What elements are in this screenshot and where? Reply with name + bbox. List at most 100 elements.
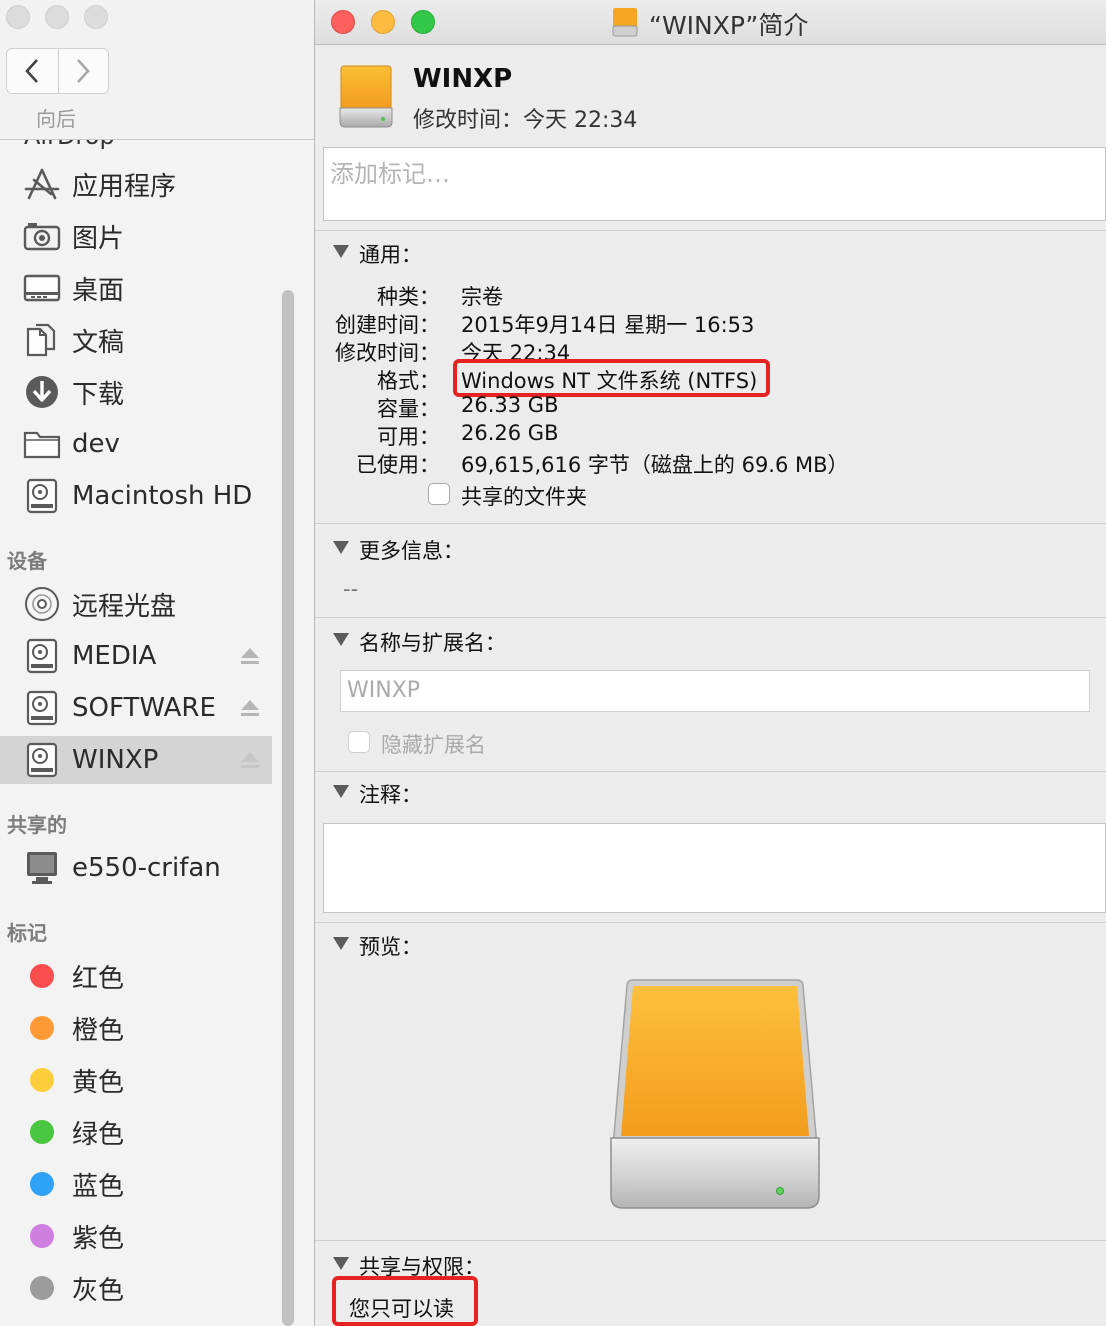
drive-preview-icon xyxy=(610,979,820,1209)
drive-icon xyxy=(339,65,393,128)
disclosure-triangle-icon[interactable] xyxy=(333,245,349,258)
sidebar-item-label: 红色 xyxy=(72,963,125,994)
sidebar-item-label: e550-crifan xyxy=(72,853,221,883)
green-tag-dot-icon xyxy=(30,1120,54,1144)
hard-drive-icon xyxy=(22,478,62,514)
name-field-value: WINXP xyxy=(347,678,421,703)
sidebar-section-tags: 标记 xyxy=(7,921,47,945)
orange-tag-dot-icon xyxy=(30,1016,54,1040)
created-value: 2015年9月14日 星期一 16:53 xyxy=(461,313,755,337)
red-tag-dot-icon xyxy=(30,964,54,988)
tags-placeholder: 添加标记… xyxy=(330,160,450,188)
used-value: 69,615,616 字节（磁盘上的 69.6 MB） xyxy=(461,453,849,477)
sidebar-item-label: 蓝色 xyxy=(72,1171,125,1202)
sidebar-tag-purple[interactable]: 紫色 xyxy=(0,1212,272,1260)
sidebar-item-label: 下载 xyxy=(72,379,125,410)
created-label: 创建时间： xyxy=(335,313,440,337)
download-icon xyxy=(22,375,62,409)
eject-icon[interactable] xyxy=(240,647,260,665)
back-button[interactable] xyxy=(7,49,58,93)
section-title-more-info[interactable]: 更多信息： xyxy=(359,535,464,565)
sidebar-item-documents[interactable]: 文稿 xyxy=(0,316,272,364)
tags-input[interactable]: 添加标记… xyxy=(323,147,1106,221)
divider xyxy=(315,771,1106,772)
comments-textarea[interactable] xyxy=(323,823,1106,913)
close-button[interactable] xyxy=(331,10,355,34)
modified-label: 修改时间： xyxy=(335,341,440,365)
section-title-comments[interactable]: 注释： xyxy=(359,779,422,809)
sidebar-tag-orange[interactable]: 橙色 xyxy=(0,1004,272,1052)
sidebar-item-label: 黄色 xyxy=(72,1067,125,1098)
inactive-zoom-button[interactable] xyxy=(84,5,108,29)
camera-icon xyxy=(22,219,62,253)
get-info-window: “WINXP”简介 WINXP 修改时间： 今天 22:34 添加标记… 通用：… xyxy=(314,0,1106,1326)
disclosure-triangle-icon[interactable] xyxy=(333,541,349,554)
sidebar-item-e550-crifan[interactable]: e550-crifan xyxy=(0,844,272,892)
sidebar-item-applications[interactable]: 应用程序 xyxy=(0,160,272,208)
sidebar-item-software[interactable]: SOFTWARE xyxy=(0,684,272,732)
sidebar-tag-green[interactable]: 绿色 xyxy=(0,1108,272,1156)
applications-icon xyxy=(22,167,62,201)
section-title-preview[interactable]: 预览： xyxy=(359,931,422,961)
sidebar-item-label: 绿色 xyxy=(72,1119,125,1150)
sidebar-tag-blue[interactable]: 蓝色 xyxy=(0,1160,272,1208)
hide-extension-checkbox[interactable] xyxy=(348,731,370,753)
disclosure-triangle-icon[interactable] xyxy=(333,633,349,646)
folder-icon xyxy=(22,427,62,461)
sidebar-item-label: MEDIA xyxy=(72,641,157,671)
sidebar-item-winxp[interactable]: WINXP xyxy=(0,736,272,784)
permission-highlight-box xyxy=(332,1276,478,1326)
computer-icon xyxy=(22,851,62,885)
disclosure-triangle-icon[interactable] xyxy=(333,785,349,798)
sidebar-item-pictures[interactable]: 图片 xyxy=(0,212,272,260)
header-modified-value: 今天 22:34 xyxy=(523,108,638,133)
desktop-icon xyxy=(22,271,62,305)
gray-tag-dot-icon xyxy=(30,1276,54,1300)
sidebar-item-label: SOFTWARE xyxy=(72,693,216,723)
title-bar[interactable]: “WINXP”简介 xyxy=(315,0,1106,45)
window-title: “WINXP”简介 xyxy=(649,11,809,40)
sidebar-item-label: dev xyxy=(72,429,120,459)
minimize-button[interactable] xyxy=(371,10,395,34)
sidebar-item-media[interactable]: MEDIA xyxy=(0,632,272,680)
section-title-general[interactable]: 通用： xyxy=(359,239,422,269)
sidebar-tag-red[interactable]: 红色 xyxy=(0,952,272,1000)
forward-button[interactable] xyxy=(57,49,109,93)
eject-icon[interactable] xyxy=(240,699,260,717)
disclosure-triangle-icon[interactable] xyxy=(333,937,349,950)
capacity-label: 容量： xyxy=(377,397,440,421)
sidebar-item-label: 图片 xyxy=(72,223,125,254)
inactive-minimize-button[interactable] xyxy=(45,5,69,29)
sidebar-item-downloads[interactable]: 下载 xyxy=(0,368,272,416)
disclosure-triangle-icon[interactable] xyxy=(333,1257,349,1270)
divider xyxy=(315,922,1106,923)
zoom-button[interactable] xyxy=(411,10,435,34)
sidebar-item-macintosh-hd[interactable]: Macintosh HD xyxy=(0,472,272,520)
sidebar-item-remote-disc[interactable]: 远程光盘 xyxy=(0,580,272,628)
inactive-close-button[interactable] xyxy=(6,5,30,29)
sidebar-item-label: 文稿 xyxy=(72,327,125,358)
sidebar-item-label: 橙色 xyxy=(72,1015,125,1046)
sidebar-tag-gray[interactable]: 灰色 xyxy=(0,1264,272,1312)
eject-icon[interactable] xyxy=(240,751,260,769)
optical-disc-icon xyxy=(22,587,62,621)
sidebar-scrollbar[interactable] xyxy=(282,290,294,1326)
sidebar-item-desktop[interactable]: 桌面 xyxy=(0,264,272,312)
divider xyxy=(315,230,1106,231)
finder-sidebar: 向后 AirDrop 应用程序 图片 桌面 文稿 下载 dev xyxy=(0,0,314,1326)
finder-toolbar: 向后 xyxy=(0,0,314,140)
format-highlight-box xyxy=(453,359,770,397)
format-label: 格式： xyxy=(377,369,440,393)
sidebar-tag-yellow[interactable]: 黄色 xyxy=(0,1056,272,1104)
section-title-name-extension[interactable]: 名称与扩展名： xyxy=(359,627,506,657)
nav-label: 向后 xyxy=(36,107,76,131)
sidebar-item-dev[interactable]: dev xyxy=(0,420,272,468)
shared-folder-label: 共享的文件夹 xyxy=(461,485,587,509)
shared-folder-checkbox[interactable] xyxy=(428,483,450,505)
name-field[interactable]: WINXP xyxy=(340,670,1090,712)
sidebar-item-label: 应用程序 xyxy=(72,171,177,202)
kind-value: 宗卷 xyxy=(461,285,503,309)
sidebar-item-label: 灰色 xyxy=(72,1275,125,1306)
hard-drive-icon xyxy=(22,690,62,726)
sidebar-item-label: 紫色 xyxy=(72,1223,125,1254)
